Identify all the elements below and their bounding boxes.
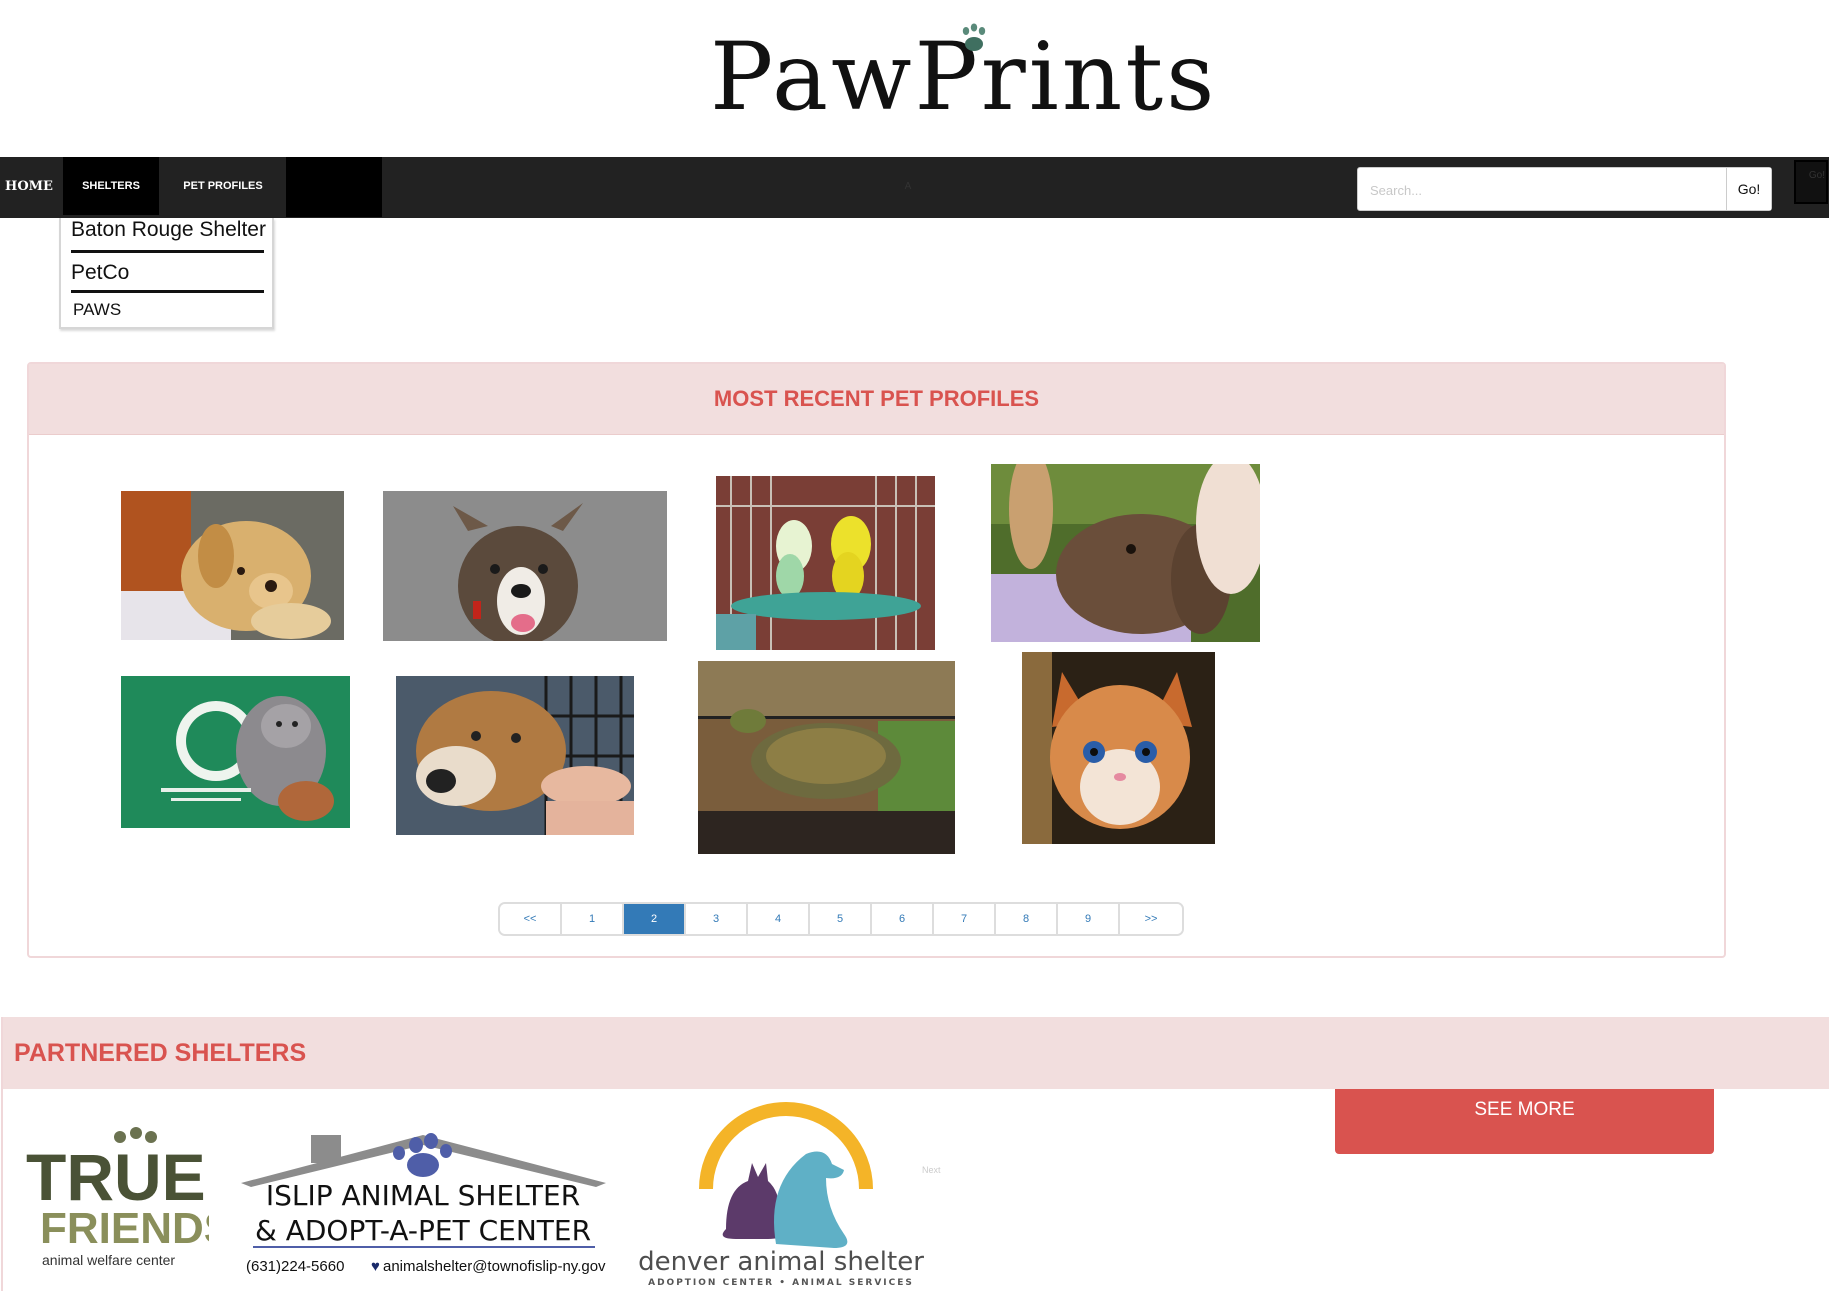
page-9[interactable]: 9 bbox=[1058, 904, 1120, 934]
dropdown-item-petco[interactable]: PetCo bbox=[71, 261, 129, 285]
puppy-image bbox=[121, 491, 344, 640]
nav-home[interactable]: HOME bbox=[0, 157, 58, 215]
shelters-dropdown: Baton Rouge Shelter PetCo PAWS bbox=[59, 218, 274, 329]
nav-center-mark: A bbox=[904, 180, 912, 192]
pet-photo-orange-kitten[interactable] bbox=[1022, 652, 1215, 844]
pet-photo-pitbull[interactable] bbox=[383, 491, 667, 641]
pet-photo-turtle[interactable] bbox=[698, 661, 955, 854]
islip-phone: (631)224-5660 bbox=[246, 1258, 344, 1275]
bunny-image bbox=[991, 464, 1260, 642]
dropdown-item-baton-rouge[interactable]: Baton Rouge Shelter bbox=[71, 218, 266, 242]
true-friends-logo[interactable]: TRUE FRIENDS animal welfare center bbox=[24, 1125, 233, 1270]
dog-cage-image bbox=[396, 676, 634, 835]
true-friends-line2: FRIENDS bbox=[40, 1204, 209, 1253]
search-input[interactable] bbox=[1368, 168, 1722, 212]
pagination: << 1 2 3 4 5 6 7 8 9 >> bbox=[498, 902, 1184, 936]
search-form: Go! bbox=[1357, 167, 1772, 212]
orange-kitten-image bbox=[1022, 652, 1215, 844]
denver-line2: ADOPTION CENTER • ANIMAL SERVICES bbox=[648, 1278, 914, 1287]
paw-icon bbox=[962, 23, 986, 51]
page-1[interactable]: 1 bbox=[562, 904, 624, 934]
denver-logo-image: denver animal shelter ADOPTION CENTER • … bbox=[638, 1102, 924, 1288]
denver-line1: denver animal shelter bbox=[638, 1247, 924, 1277]
page-8[interactable]: 8 bbox=[996, 904, 1058, 934]
islip-logo-image: ISLIP ANIMAL SHELTER & ADOPT-A-PET CENTE… bbox=[241, 1133, 606, 1275]
page-2-active[interactable]: 2 bbox=[624, 904, 686, 934]
pet-photo-kitten-shirt[interactable] bbox=[121, 676, 350, 828]
pet-photo-puppy[interactable] bbox=[121, 491, 344, 640]
islip-email: animalshelter@townofislip-ny.gov bbox=[383, 1258, 606, 1275]
dropdown-divider bbox=[71, 290, 264, 293]
main-navbar: HOME SHELTERS PET PROFILES A Go! Go! bbox=[0, 157, 1829, 218]
pet-photo-dog-cage[interactable] bbox=[396, 676, 634, 835]
true-friends-line3: animal welfare center bbox=[42, 1252, 175, 1268]
pet-photo-parakeets[interactable] bbox=[716, 476, 935, 650]
page-3[interactable]: 3 bbox=[686, 904, 748, 934]
page-7[interactable]: 7 bbox=[934, 904, 996, 934]
true-friends-line1: TRUE bbox=[26, 1140, 206, 1214]
pet-photo-bunny[interactable] bbox=[991, 464, 1260, 642]
site-logo[interactable]: PawPrints bbox=[710, 18, 1214, 128]
page-prev[interactable]: << bbox=[500, 904, 562, 934]
panel-title: MOST RECENT PET PROFILES bbox=[29, 364, 1724, 435]
islip-line1: ISLIP ANIMAL SHELTER bbox=[266, 1179, 580, 1212]
islip-logo[interactable]: ISLIP ANIMAL SHELTER & ADOPT-A-PET CENTE… bbox=[241, 1123, 606, 1279]
pitbull-image bbox=[383, 491, 667, 641]
islip-line2: & ADOPT-A-PET CENTER bbox=[255, 1214, 591, 1247]
recent-pet-profiles-panel: MOST RECENT PET PROFILES SEE MORE bbox=[27, 362, 1726, 1154]
page-next[interactable]: >> bbox=[1120, 904, 1182, 934]
partners-next-link[interactable]: Next bbox=[922, 1165, 941, 1175]
secondary-go-button[interactable]: Go! bbox=[1794, 160, 1828, 204]
dropdown-item-paws[interactable]: PAWS bbox=[73, 300, 121, 320]
kitten-shirt-image bbox=[121, 676, 350, 828]
dropdown-divider bbox=[71, 250, 264, 253]
parakeets-image bbox=[716, 476, 935, 650]
nav-shelters[interactable]: SHELTERS bbox=[63, 157, 159, 215]
denver-logo[interactable]: denver animal shelter ADOPTION CENTER • … bbox=[636, 1094, 926, 1288]
page-4[interactable]: 4 bbox=[748, 904, 810, 934]
page-6[interactable]: 6 bbox=[872, 904, 934, 934]
nav-pet-profiles[interactable]: PET PROFILES bbox=[160, 157, 286, 215]
svg-text:♥: ♥ bbox=[371, 1258, 380, 1275]
page-5[interactable]: 5 bbox=[810, 904, 872, 934]
turtle-image bbox=[698, 661, 955, 854]
true-friends-logo-image: TRUE FRIENDS animal welfare center bbox=[26, 1127, 233, 1268]
nav-extra-item[interactable] bbox=[286, 157, 382, 217]
search-go-button[interactable]: Go! bbox=[1726, 168, 1771, 210]
partners-title: PARTNERED SHELTERS bbox=[3, 1017, 1829, 1089]
